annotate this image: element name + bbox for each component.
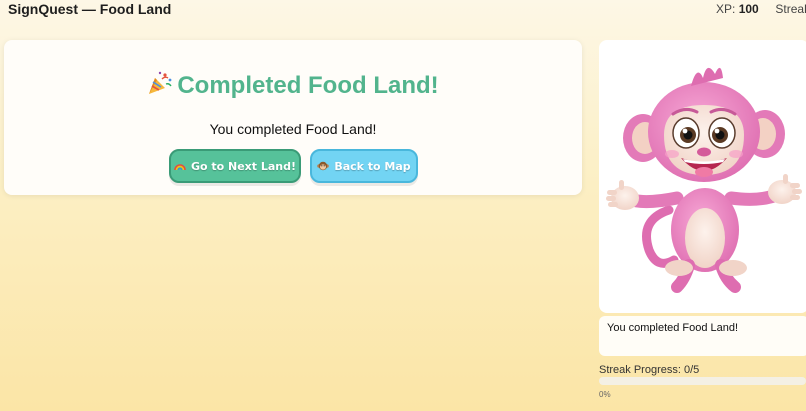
rainbow-icon [174, 164, 186, 171]
back-to-map-button[interactable]: Back to Map [310, 149, 418, 183]
streak-progress-bar [599, 377, 806, 385]
back-to-map-label: Back to Map [334, 159, 411, 173]
next-land-button[interactable]: Go to Next Land! [169, 149, 301, 183]
completion-message: You completed Food Land! [209, 121, 377, 137]
left-hand [606, 180, 639, 210]
mascot-speech-bubble: You completed Food Land! [599, 316, 806, 356]
party-popper-icon [149, 71, 172, 94]
xp-label: XP: [716, 2, 736, 16]
completion-card: Completed Food Land! You completed Food … [4, 40, 582, 195]
streak-progress-label: Streak Progress: 0/5 [599, 364, 700, 376]
app-title: SignQuest — Food Land [8, 1, 172, 17]
streak-label: Streak: [775, 2, 806, 16]
streak-progress-percent: 0% [599, 390, 611, 399]
completion-title: Completed Food Land! [4, 70, 582, 100]
next-land-label: Go to Next Land! [190, 159, 297, 173]
monkey-icon [317, 161, 330, 171]
right-hand [768, 174, 802, 204]
xp-value: 100 [738, 2, 759, 16]
mascot-card [599, 40, 806, 313]
pink-monkey-mascot-icon [606, 67, 802, 293]
stats-bar: XP: 100 Streak: 0 [716, 2, 806, 16]
completion-title-text: Completed Food Land! [177, 72, 439, 99]
